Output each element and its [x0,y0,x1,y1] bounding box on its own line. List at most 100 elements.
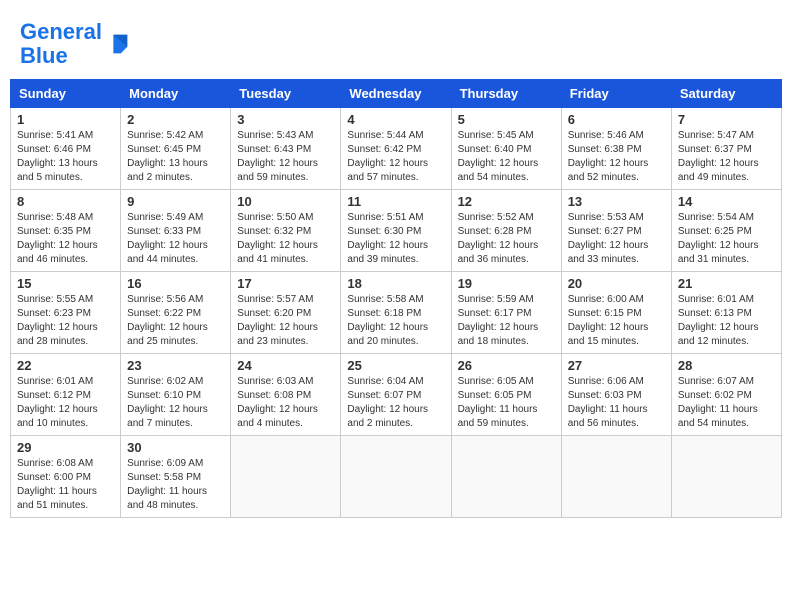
col-tuesday: Tuesday [231,80,341,108]
day-number: 11 [347,194,444,209]
table-row: 26 Sunrise: 6:05 AMSunset: 6:05 PMDaylig… [451,354,561,436]
table-row: 8 Sunrise: 5:48 AMSunset: 6:35 PMDayligh… [11,190,121,272]
table-row: 20 Sunrise: 6:00 AMSunset: 6:15 PMDaylig… [561,272,671,354]
day-number: 5 [458,112,555,127]
day-number: 17 [237,276,334,291]
table-row: 2 Sunrise: 5:42 AMSunset: 6:45 PMDayligh… [121,108,231,190]
day-info: Sunrise: 5:45 AMSunset: 6:40 PMDaylight:… [458,129,555,185]
table-row [451,436,561,518]
day-number: 18 [347,276,444,291]
day-number: 3 [237,112,334,127]
day-number: 25 [347,358,444,373]
table-row: 1 Sunrise: 5:41 AMSunset: 6:46 PMDayligh… [11,108,121,190]
day-number: 23 [127,358,224,373]
table-row [671,436,781,518]
day-number: 15 [17,276,114,291]
day-number: 8 [17,194,114,209]
table-row: 9 Sunrise: 5:49 AMSunset: 6:33 PMDayligh… [121,190,231,272]
day-info: Sunrise: 5:54 AMSunset: 6:25 PMDaylight:… [678,211,775,267]
day-info: Sunrise: 6:01 AMSunset: 6:12 PMDaylight:… [17,375,114,431]
day-number: 16 [127,276,224,291]
table-row: 12 Sunrise: 5:52 AMSunset: 6:28 PMDaylig… [451,190,561,272]
day-info: Sunrise: 5:53 AMSunset: 6:27 PMDaylight:… [568,211,665,267]
table-row: 4 Sunrise: 5:44 AMSunset: 6:42 PMDayligh… [341,108,451,190]
table-row: 15 Sunrise: 5:55 AMSunset: 6:23 PMDaylig… [11,272,121,354]
day-info: Sunrise: 5:55 AMSunset: 6:23 PMDaylight:… [17,293,114,349]
table-row: 22 Sunrise: 6:01 AMSunset: 6:12 PMDaylig… [11,354,121,436]
day-info: Sunrise: 5:49 AMSunset: 6:33 PMDaylight:… [127,211,224,267]
day-info: Sunrise: 6:03 AMSunset: 6:08 PMDaylight:… [237,375,334,431]
calendar-week-row: 1 Sunrise: 5:41 AMSunset: 6:46 PMDayligh… [11,108,782,190]
table-row: 6 Sunrise: 5:46 AMSunset: 6:38 PMDayligh… [561,108,671,190]
day-number: 12 [458,194,555,209]
day-number: 22 [17,358,114,373]
day-info: Sunrise: 5:46 AMSunset: 6:38 PMDaylight:… [568,129,665,185]
calendar-week-row: 8 Sunrise: 5:48 AMSunset: 6:35 PMDayligh… [11,190,782,272]
day-number: 7 [678,112,775,127]
calendar-week-row: 22 Sunrise: 6:01 AMSunset: 6:12 PMDaylig… [11,354,782,436]
day-info: Sunrise: 6:04 AMSunset: 6:07 PMDaylight:… [347,375,444,431]
day-number: 30 [127,440,224,455]
day-info: Sunrise: 6:06 AMSunset: 6:03 PMDaylight:… [568,375,665,431]
table-row: 5 Sunrise: 5:45 AMSunset: 6:40 PMDayligh… [451,108,561,190]
table-row: 17 Sunrise: 5:57 AMSunset: 6:20 PMDaylig… [231,272,341,354]
table-row [231,436,341,518]
table-row: 10 Sunrise: 5:50 AMSunset: 6:32 PMDaylig… [231,190,341,272]
day-number: 26 [458,358,555,373]
day-number: 1 [17,112,114,127]
day-info: Sunrise: 6:01 AMSunset: 6:13 PMDaylight:… [678,293,775,349]
day-info: Sunrise: 6:00 AMSunset: 6:15 PMDaylight:… [568,293,665,349]
table-row: 13 Sunrise: 5:53 AMSunset: 6:27 PMDaylig… [561,190,671,272]
day-number: 4 [347,112,444,127]
day-info: Sunrise: 6:07 AMSunset: 6:02 PMDaylight:… [678,375,775,431]
table-row: 28 Sunrise: 6:07 AMSunset: 6:02 PMDaylig… [671,354,781,436]
logo-icon [104,30,132,58]
day-number: 2 [127,112,224,127]
day-info: Sunrise: 6:02 AMSunset: 6:10 PMDaylight:… [127,375,224,431]
day-number: 19 [458,276,555,291]
table-row: 25 Sunrise: 6:04 AMSunset: 6:07 PMDaylig… [341,354,451,436]
day-info: Sunrise: 5:44 AMSunset: 6:42 PMDaylight:… [347,129,444,185]
day-number: 10 [237,194,334,209]
day-info: Sunrise: 5:57 AMSunset: 6:20 PMDaylight:… [237,293,334,349]
table-row: 29 Sunrise: 6:08 AMSunset: 6:00 PMDaylig… [11,436,121,518]
day-number: 28 [678,358,775,373]
day-number: 27 [568,358,665,373]
logo: General Blue [20,20,132,68]
table-row: 30 Sunrise: 6:09 AMSunset: 5:58 PMDaylig… [121,436,231,518]
col-sunday: Sunday [11,80,121,108]
day-info: Sunrise: 5:58 AMSunset: 6:18 PMDaylight:… [347,293,444,349]
table-row: 23 Sunrise: 6:02 AMSunset: 6:10 PMDaylig… [121,354,231,436]
day-info: Sunrise: 5:43 AMSunset: 6:43 PMDaylight:… [237,129,334,185]
col-saturday: Saturday [671,80,781,108]
table-row [341,436,451,518]
calendar-week-row: 29 Sunrise: 6:08 AMSunset: 6:00 PMDaylig… [11,436,782,518]
table-row: 27 Sunrise: 6:06 AMSunset: 6:03 PMDaylig… [561,354,671,436]
day-number: 9 [127,194,224,209]
day-number: 21 [678,276,775,291]
table-row: 19 Sunrise: 5:59 AMSunset: 6:17 PMDaylig… [451,272,561,354]
day-number: 14 [678,194,775,209]
col-monday: Monday [121,80,231,108]
table-row [561,436,671,518]
day-info: Sunrise: 5:56 AMSunset: 6:22 PMDaylight:… [127,293,224,349]
col-thursday: Thursday [451,80,561,108]
day-info: Sunrise: 5:42 AMSunset: 6:45 PMDaylight:… [127,129,224,185]
table-row: 7 Sunrise: 5:47 AMSunset: 6:37 PMDayligh… [671,108,781,190]
day-info: Sunrise: 5:59 AMSunset: 6:17 PMDaylight:… [458,293,555,349]
day-info: Sunrise: 6:09 AMSunset: 5:58 PMDaylight:… [127,457,224,513]
calendar-week-row: 15 Sunrise: 5:55 AMSunset: 6:23 PMDaylig… [11,272,782,354]
day-info: Sunrise: 5:47 AMSunset: 6:37 PMDaylight:… [678,129,775,185]
day-number: 24 [237,358,334,373]
table-row: 18 Sunrise: 5:58 AMSunset: 6:18 PMDaylig… [341,272,451,354]
day-info: Sunrise: 5:50 AMSunset: 6:32 PMDaylight:… [237,211,334,267]
day-info: Sunrise: 5:41 AMSunset: 6:46 PMDaylight:… [17,129,114,185]
table-row: 16 Sunrise: 5:56 AMSunset: 6:22 PMDaylig… [121,272,231,354]
logo-text: General Blue [20,20,102,68]
day-info: Sunrise: 5:52 AMSunset: 6:28 PMDaylight:… [458,211,555,267]
day-number: 29 [17,440,114,455]
day-number: 20 [568,276,665,291]
day-info: Sunrise: 6:05 AMSunset: 6:05 PMDaylight:… [458,375,555,431]
calendar-header-row: Sunday Monday Tuesday Wednesday Thursday… [11,80,782,108]
table-row: 11 Sunrise: 5:51 AMSunset: 6:30 PMDaylig… [341,190,451,272]
